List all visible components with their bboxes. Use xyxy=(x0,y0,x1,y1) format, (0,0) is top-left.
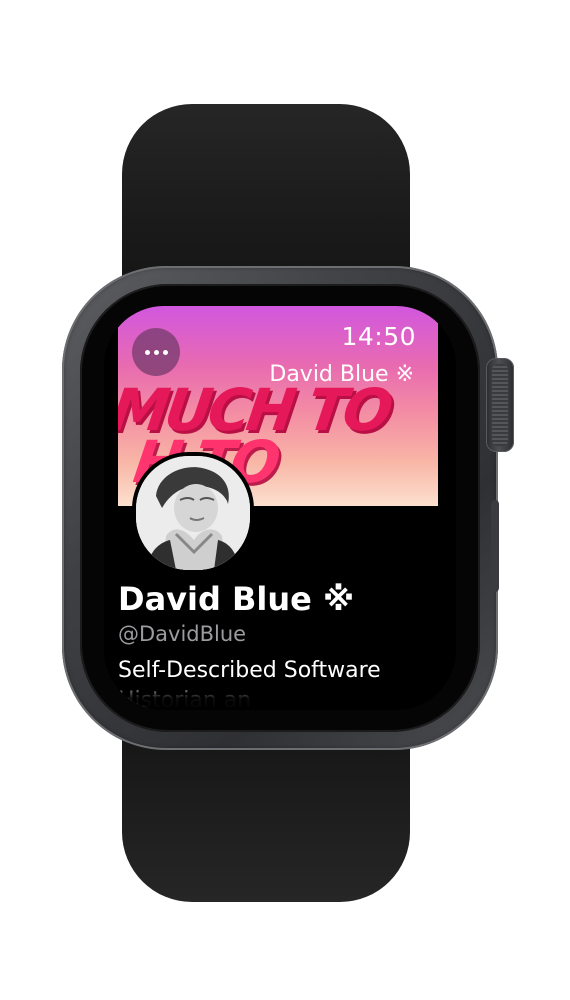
avatar-photo-icon xyxy=(136,456,250,570)
status-time: 14:50 xyxy=(341,322,416,351)
profile-name: David Blue ※ xyxy=(118,580,355,618)
more-button[interactable] xyxy=(132,328,180,376)
digital-crown[interactable] xyxy=(486,358,514,452)
side-button[interactable] xyxy=(491,500,499,592)
profile-handle: @DavidBlue xyxy=(118,622,247,646)
ellipsis-icon xyxy=(144,349,168,355)
avatar[interactable] xyxy=(132,452,254,574)
bio-fade-overlay xyxy=(104,678,456,710)
nav-title: David Blue ※ xyxy=(269,362,414,387)
watch-screen: MUCH TO H TO 14:50 David Blue ※ xyxy=(104,306,456,710)
watch-device: MUCH TO H TO 14:50 David Blue ※ xyxy=(0,0,570,1000)
